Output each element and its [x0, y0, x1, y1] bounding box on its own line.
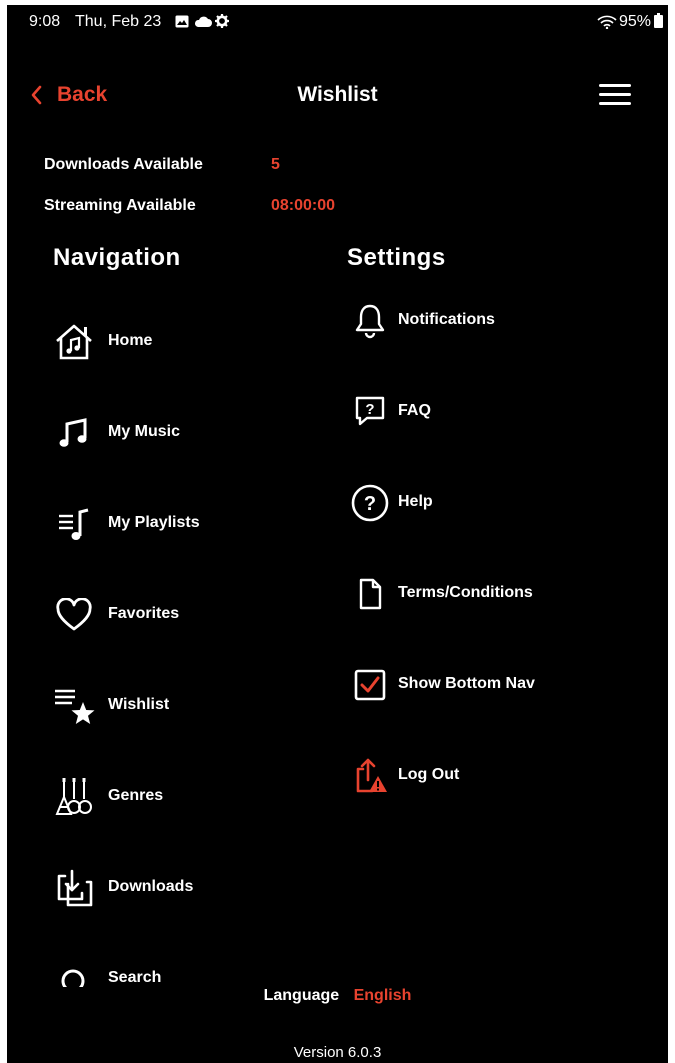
heart-icon	[52, 593, 96, 637]
nav-item-my-music[interactable]: My Music	[52, 411, 292, 471]
playlist-icon	[52, 502, 96, 546]
nav-item-label: Home	[108, 332, 153, 349]
nav-item-home[interactable]: Home	[52, 320, 292, 380]
settings-item-faq[interactable]: ? FAQ	[348, 390, 648, 450]
nav-item-wishlist[interactable]: Wishlist	[52, 684, 292, 744]
logout-icon	[348, 754, 392, 798]
nav-item-search[interactable]: Search	[52, 957, 292, 987]
settings-item-label: Show Bottom Nav	[398, 675, 535, 692]
gallery-icon	[175, 15, 189, 28]
language-row[interactable]: Language English	[7, 987, 668, 1005]
settings-item-help[interactable]: ? Help	[348, 481, 648, 541]
settings-item-label: Log Out	[398, 766, 460, 783]
nav-item-label: My Music	[108, 423, 181, 440]
downloads-available-value: 5	[271, 156, 280, 173]
checkbox-icon[interactable]	[348, 663, 392, 707]
nav-item-label: My Playlists	[108, 514, 200, 531]
hamburger-menu-button[interactable]	[599, 84, 631, 106]
battery-percent: 95%	[619, 13, 652, 30]
nav-item-label: Favorites	[108, 605, 180, 622]
streaming-available-value: 08:00:00	[271, 197, 336, 214]
menu-bar	[599, 93, 631, 96]
nav-item-genres[interactable]: Genres	[52, 775, 292, 835]
nav-item-my-playlists[interactable]: My Playlists	[52, 502, 292, 562]
nav-item-downloads[interactable]: Downloads	[52, 866, 292, 926]
home-icon	[52, 320, 96, 364]
version-label: Version 6.0.3	[293, 1044, 382, 1061]
battery-icon	[654, 13, 663, 28]
faq-bubble-icon: ?	[348, 390, 392, 434]
nav-item-label: Search	[108, 969, 162, 986]
nav-item-label: Genres	[108, 787, 164, 804]
settings-item-label: FAQ	[398, 402, 431, 419]
settings-heading: Settings	[347, 244, 446, 271]
settings-item-notifications[interactable]: Notifications	[348, 299, 648, 359]
download-icon	[52, 866, 96, 910]
nav-item-label: Wishlist	[108, 696, 170, 713]
language-value[interactable]: English	[354, 987, 412, 1004]
language-label: Language	[263, 987, 340, 1004]
settings-gear-icon	[215, 14, 229, 28]
svg-text:?: ?	[364, 493, 376, 515]
settings-item-label: Help	[398, 493, 433, 510]
chevron-left-icon	[31, 85, 42, 105]
document-icon	[348, 572, 392, 616]
music-notes-icon	[52, 411, 96, 455]
wishlist-star-icon	[52, 684, 96, 728]
menu-bar	[599, 102, 631, 105]
help-circle-icon: ?	[348, 481, 392, 525]
settings-item-label: Terms/Conditions	[398, 584, 533, 601]
app-screen: 9:08 Thu, Feb 23 95% Wishlist Back Downl…	[7, 5, 668, 1063]
svg-text:?: ?	[365, 401, 374, 418]
status-date: Thu, Feb 23	[75, 13, 162, 30]
menu-bar	[599, 84, 631, 87]
streaming-available-label: Streaming Available	[44, 197, 196, 214]
instruments-icon	[52, 775, 96, 819]
back-label: Back	[57, 83, 108, 106]
navigation-heading: Navigation	[53, 244, 181, 271]
downloads-available-label: Downloads Available	[44, 156, 203, 173]
wifi-icon	[597, 15, 617, 29]
cloud-icon	[194, 16, 212, 27]
bell-icon	[348, 299, 392, 343]
settings-item-label: Notifications	[398, 311, 495, 328]
nav-item-favorites[interactable]: Favorites	[52, 593, 292, 653]
search-icon	[52, 957, 96, 987]
status-time: 9:08	[29, 13, 61, 30]
settings-item-show-bottom-nav[interactable]: Show Bottom Nav	[348, 663, 648, 723]
settings-item-log-out[interactable]: Log Out	[348, 754, 648, 814]
settings-item-terms[interactable]: Terms/Conditions	[348, 572, 648, 632]
nav-item-label: Downloads	[108, 878, 194, 895]
